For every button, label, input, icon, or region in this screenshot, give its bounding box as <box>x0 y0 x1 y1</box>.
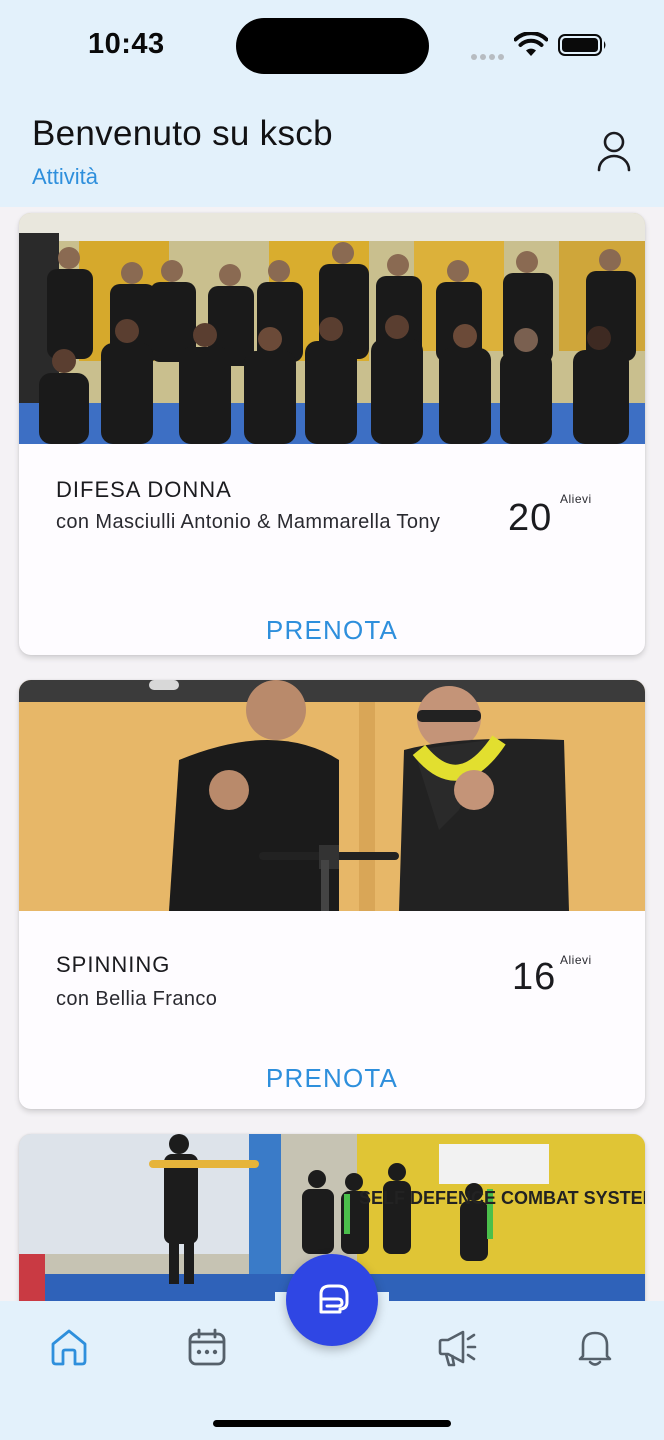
calendar-icon[interactable] <box>185 1325 229 1369</box>
dynamic-island <box>236 18 429 74</box>
wifi-icon <box>514 32 548 56</box>
activities-list[interactable]: DIFESA DONNA con Masciulli Antonio & Mam… <box>0 207 664 1301</box>
boxing-glove-icon <box>319 1284 349 1314</box>
activity-name: SPINNING <box>56 952 171 977</box>
status-bar: 10:43 <box>0 0 664 100</box>
activity-image <box>19 680 645 911</box>
book-button[interactable]: PRENOTA <box>19 1063 645 1094</box>
home-indicator <box>213 1420 451 1427</box>
activity-card: DIFESA DONNA con Masciulli Antonio & Mam… <box>19 213 645 655</box>
book-button[interactable]: PRENOTA <box>19 615 645 646</box>
battery-icon <box>558 34 606 56</box>
app-header: Benvenuto su kscb Attività <box>0 100 664 207</box>
home-icon[interactable] <box>47 1325 91 1369</box>
page-title: Benvenuto su kscb <box>32 114 333 153</box>
student-count: 20 <box>508 497 553 539</box>
activity-image <box>19 213 645 444</box>
svg-text:SELF DEFENCE COMBAT SYSTEM: SELF DEFENCE COMBAT SYSTEM <box>359 1188 645 1208</box>
student-count-unit: Alievi <box>560 492 592 506</box>
cellular-signal-icon <box>471 47 507 65</box>
status-time: 10:43 <box>88 28 165 60</box>
student-count: 16 <box>512 956 557 998</box>
activity-instructor: con Bellia Franco <box>56 988 218 1010</box>
student-count-unit: Alievi <box>560 953 592 967</box>
activity-instructor: con Masciulli Antonio & Mammarella Tony <box>56 511 441 533</box>
profile-icon[interactable] <box>596 130 632 174</box>
section-label: Attività <box>32 164 99 189</box>
activity-name: DIFESA DONNA <box>56 477 232 502</box>
boxing-action-button[interactable] <box>286 1254 378 1346</box>
bell-icon[interactable] <box>573 1325 617 1369</box>
activity-card: SPINNING con Bellia Franco 16 Alievi PRE… <box>19 680 645 1109</box>
megaphone-icon[interactable] <box>435 1325 479 1369</box>
